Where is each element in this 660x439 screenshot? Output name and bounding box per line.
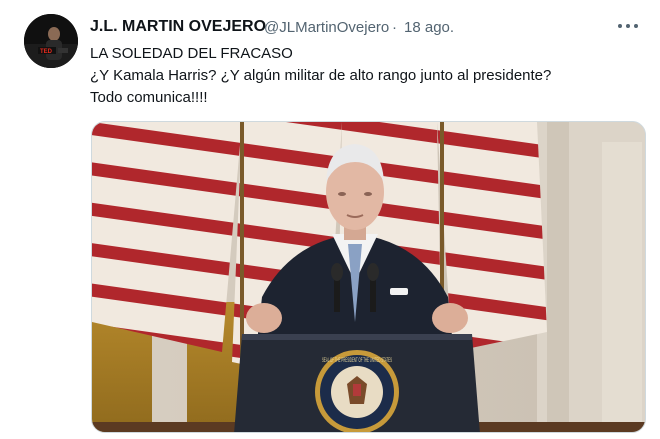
avatar[interactable]: TED	[24, 14, 78, 68]
author-name[interactable]: J.L. MARTIN OVEJERO	[90, 18, 266, 36]
avatar-image: TED	[24, 14, 78, 68]
more-horizontal-icon-dot	[634, 24, 638, 28]
avatar-badge: TED	[40, 49, 53, 55]
author-handle[interactable]: @JLMartinOvejero	[264, 19, 389, 36]
tweet-date[interactable]: 18 ago.	[404, 19, 454, 36]
tweet-text: LA SOLEDAD DEL FRACASO ¿Y Kamala Harris?…	[90, 43, 630, 109]
more-horizontal-icon-dot	[626, 24, 630, 28]
media-photo: SEAL OF THE PRESIDENT OF THE UNITED STAT…	[92, 122, 645, 432]
seal-text: SEAL OF THE PRESIDENT OF THE UNITED STAT…	[322, 358, 392, 364]
tweet-line: LA SOLEDAD DEL FRACASO	[90, 45, 293, 62]
tweet-line: Todo comunica!!!!	[90, 89, 208, 106]
tweet-header: J.L. MARTIN OVEJERO @JLMartinOvejero · 1…	[90, 18, 640, 40]
tweet-line: ¿Y Kamala Harris? ¿Y algún militar de al…	[90, 67, 552, 84]
tweet-card[interactable]: TED J.L. MARTIN OVEJERO @JLMartinOvejero…	[0, 0, 660, 439]
tweet-media[interactable]: SEAL OF THE PRESIDENT OF THE UNITED STAT…	[91, 121, 646, 433]
more-options-button[interactable]	[616, 14, 640, 38]
more-horizontal-icon	[618, 24, 622, 28]
separator-dot: ·	[392, 19, 397, 36]
